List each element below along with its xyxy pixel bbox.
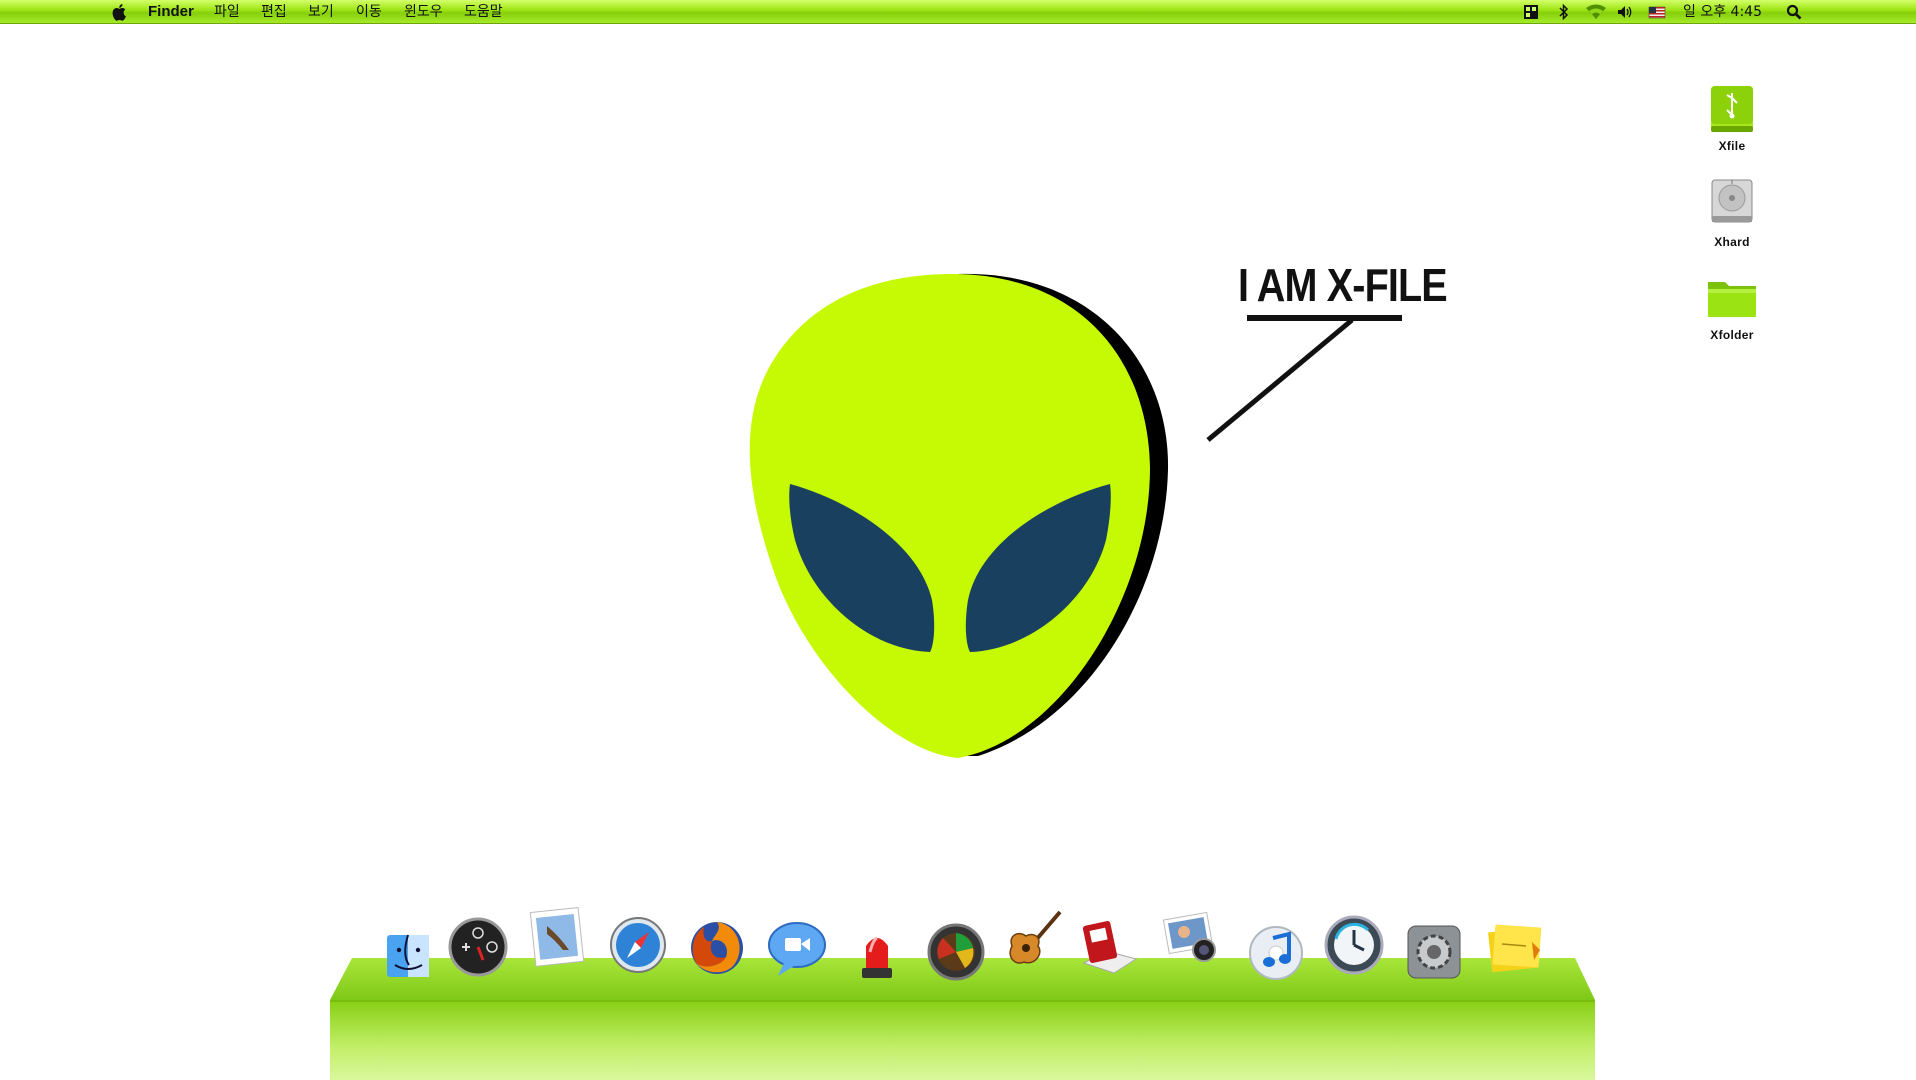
desktop-icon-xfile[interactable]: Xfile (1692, 78, 1772, 158)
usb-drive-icon (1711, 86, 1753, 132)
alien-left-eye (789, 484, 935, 652)
hard-drive-icon (1711, 179, 1753, 223)
folder-icon (1708, 282, 1756, 317)
alien-head (749, 273, 1150, 758)
desktop-icon-xfolder[interactable]: Xfolder (1692, 270, 1772, 350)
desktop-label-xfile: Xfile (1718, 139, 1746, 153)
radar-app-icon[interactable] (925, 921, 987, 983)
siren-alert-icon[interactable] (846, 922, 908, 984)
alien-right-eye (965, 484, 1111, 652)
apple-menu-icon[interactable] (112, 3, 128, 21)
callout-text: I AM X-FILE (1238, 259, 1448, 311)
system-preferences-icon[interactable] (1403, 921, 1465, 983)
menu-help[interactable]: 도움말 (464, 0, 503, 24)
bluetooth-icon[interactable] (1558, 3, 1570, 21)
iphoto-icon[interactable] (1162, 910, 1224, 972)
photo-booth-book-icon[interactable] (1078, 915, 1140, 977)
menu-bar: Finder 파일 편집 보기 이동 윈도우 도움말 일 오후 4:45 (0, 0, 1916, 24)
desktop-label-xhard: Xhard (1714, 235, 1750, 249)
itunes-icon[interactable] (1245, 922, 1307, 984)
spotlight-icon[interactable] (1786, 3, 1802, 21)
menu-file[interactable]: 파일 (214, 0, 240, 24)
alien-head-wallpaper (749, 273, 1402, 758)
spaces-icon[interactable] (1523, 3, 1539, 21)
volume-icon[interactable] (1616, 3, 1634, 21)
time-machine-icon[interactable] (1323, 914, 1385, 976)
safari-icon[interactable] (607, 912, 669, 974)
menu-edit[interactable]: 편집 (261, 0, 287, 24)
finder-icon[interactable] (377, 925, 439, 987)
garageband-icon[interactable] (1002, 906, 1064, 968)
wifi-icon[interactable] (1585, 3, 1607, 21)
app-menu-finder[interactable]: Finder (148, 0, 194, 24)
mail-icon[interactable] (525, 906, 587, 968)
desktop-icon-xhard[interactable]: Xhard (1692, 174, 1772, 254)
stickies-icon[interactable] (1484, 920, 1546, 982)
input-flag-icon[interactable] (1648, 3, 1666, 21)
menu-go[interactable]: 이동 (356, 0, 382, 24)
firefox-icon[interactable] (686, 917, 748, 979)
menu-view[interactable]: 보기 (308, 0, 334, 24)
menubar-clock[interactable]: 일 오후 4:45 (1683, 0, 1762, 24)
callout-pointer-line (1206, 318, 1354, 442)
alien-shadow (958, 273, 1169, 756)
ichat-icon[interactable] (766, 918, 828, 980)
menu-window[interactable]: 윈도우 (404, 0, 443, 24)
desktop-label-xfolder: Xfolder (1710, 328, 1754, 342)
dashboard-icon[interactable] (447, 916, 509, 978)
